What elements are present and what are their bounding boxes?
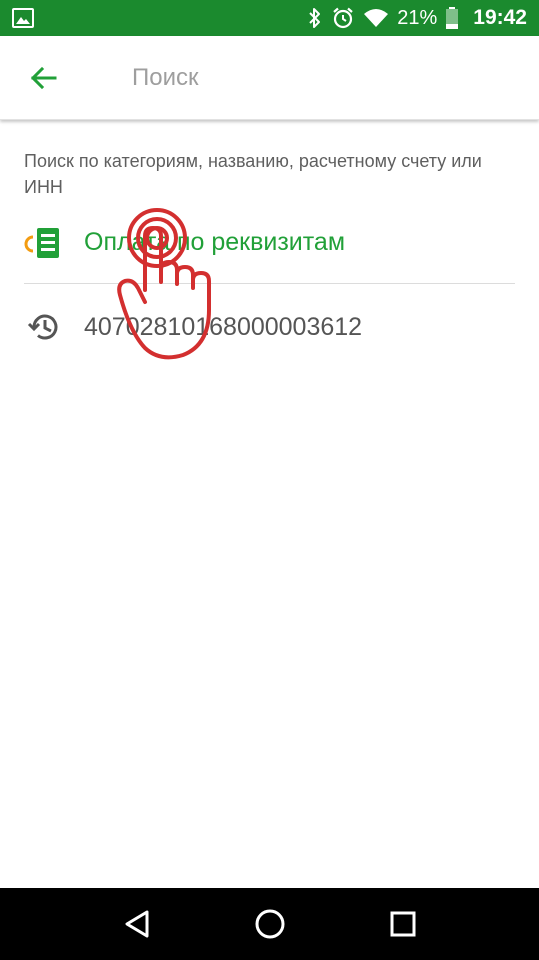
battery-percent: 21% (397, 6, 438, 29)
result-label-account: 40702810168000003612 (84, 312, 363, 341)
recents-square-icon (390, 911, 415, 937)
home-circle-icon (255, 909, 284, 939)
nav-back-button[interactable] (107, 894, 167, 954)
status-bar: 21% 19:42 (0, 0, 539, 36)
system-nav-bar (0, 888, 539, 960)
nav-recents-button[interactable] (373, 894, 433, 954)
result-item-history[interactable]: 40702810168000003612 (24, 300, 515, 354)
arrow-left-icon (30, 66, 57, 89)
back-triangle-icon (125, 910, 148, 938)
clock: 19:42 (473, 6, 527, 29)
divider (24, 283, 515, 284)
history-icon (24, 307, 64, 347)
result-label-payment: Оплата по реквизитам (84, 227, 346, 256)
search-toolbar (0, 36, 539, 120)
wifi-icon (363, 8, 389, 28)
result-item-payment-details[interactable]: Оплата по реквизитам (24, 215, 515, 269)
gallery-icon (12, 8, 34, 28)
nav-home-button[interactable] (240, 894, 300, 954)
document-payment-icon (24, 222, 64, 262)
battery-icon (445, 6, 459, 30)
back-button[interactable] (12, 47, 74, 109)
search-hint: Поиск по категориям, названию, расчетном… (24, 151, 482, 197)
bluetooth-icon (307, 7, 323, 29)
alarm-icon (331, 6, 355, 30)
search-input[interactable] (132, 63, 512, 92)
